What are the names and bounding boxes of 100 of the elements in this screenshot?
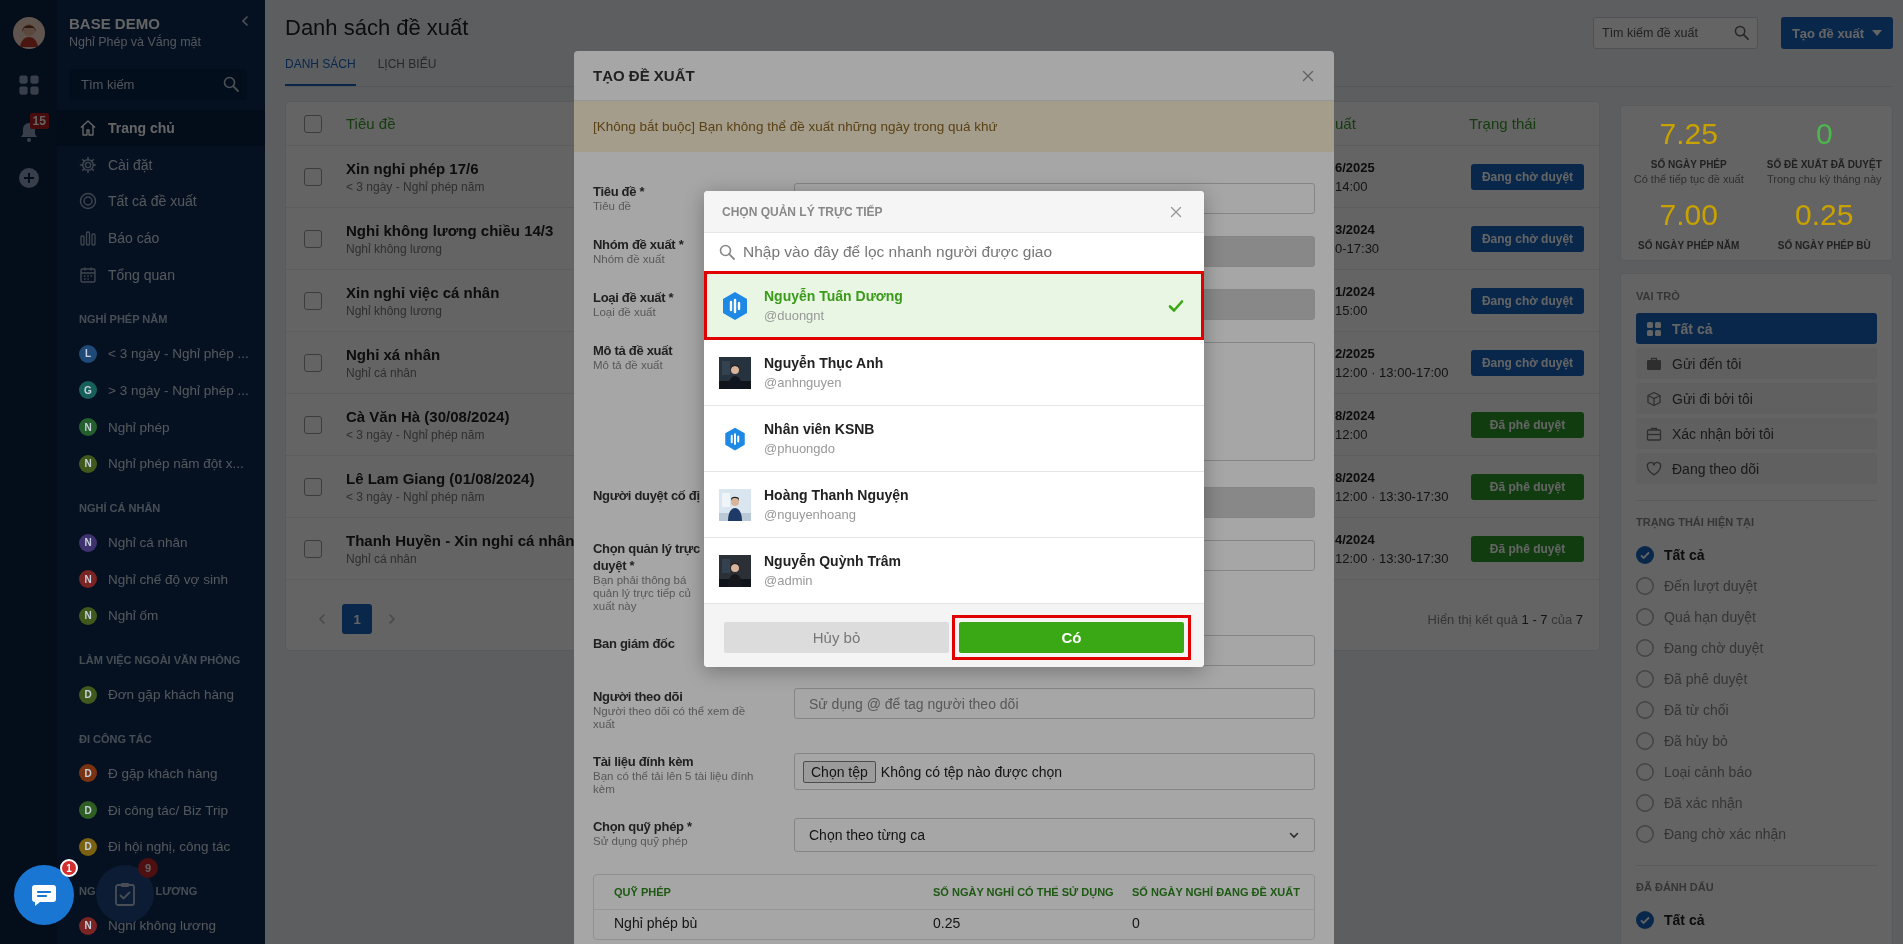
nav-item[interactable]: N Nghỉ ốm [57,597,265,635]
search-icon [223,75,239,92]
status-badge: Đã phê duyệt [1471,473,1584,500]
check-icon [1168,297,1184,314]
target-icon [79,192,97,211]
request-title[interactable]: Thanh Huyền - Xin nghỉ cá nhân [346,531,575,549]
checkbox[interactable] [304,291,322,310]
status-badge: Đang chờ duyệt [1471,225,1584,252]
field-label: Chọn quỹ phép * [593,818,692,835]
request-title[interactable]: Nghỉ xá nhân [346,345,441,363]
person-item[interactable]: Nguyễn Tuấn Dương @duongnt [704,271,1204,340]
confirm-button[interactable]: Có [959,622,1184,653]
checkbox[interactable] [304,229,322,248]
person-item[interactable]: Nguyễn Thục Anh @anhnguyen [704,340,1204,406]
field-hint: Bạn có thể tải lên 5 tài liệu đính kèm [593,770,754,796]
role-item[interactable]: Gửi đến tôi [1636,348,1877,379]
filter-option[interactable]: Tất cả [1636,904,1877,935]
request-title[interactable]: Xin nghỉ phép 17/6 [346,159,479,177]
text-field[interactable]: Sử dụng @ để tag người theo dõi [794,688,1315,719]
table-cell-text: 0.25 [933,915,962,931]
tab[interactable]: LỊCH BIỂU [377,50,437,86]
nav-item[interactable]: L < 3 ngày - Nghỉ phép ... [57,335,265,372]
letter-badge: N [79,606,97,625]
letter-badge: N [79,418,97,437]
chat-icon [31,884,57,906]
nav-item[interactable]: N Nghỉ cá nhân [57,524,265,561]
search-field[interactable]: Nhập vào đây để lọc nhanh người được giao [743,237,1204,267]
nav-item[interactable]: D Đ gặp khách hàng [57,755,265,792]
column-header: SỐ NGÀY NGHỈ ĐANG ĐỀ XUẤT [1132,886,1301,898]
nav-item[interactable]: N Nghỉ phép [57,408,265,446]
nav-item[interactable]: Báo cáo [57,219,265,257]
request-title[interactable]: Lê Lam Giang (01/08/2024) [346,469,535,487]
nav-item[interactable]: G > 3 ngày - Nghỉ phép ... [57,372,265,409]
select-field[interactable]: Chọn theo từng ca [794,818,1315,852]
tab[interactable]: DANH SÁCH [285,50,356,86]
person-name: Nhân viên KSNB [764,421,876,437]
chevron-right-icon [386,613,398,625]
field-label: Mô tả đề xuất [593,342,673,359]
chevron-left-icon [316,613,328,625]
status-badge: Đã phê duyệt [1471,411,1584,438]
nav-item[interactable]: N Nghỉ chế độ vợ sinh [57,560,265,598]
person-item[interactable]: Nhân viên KSNB @phuongdo [704,406,1204,472]
request-title[interactable]: Nghỉ không lương chiều 14/3 [346,221,554,239]
page-title: Danh sách đề xuất [285,14,469,42]
checkbox[interactable] [304,353,322,372]
filter-option[interactable]: Tất cả [1636,539,1877,570]
column-header: SỐ NGÀY NGHỈ CÓ THỂ SỬ DỤNG [933,886,1115,898]
person-item[interactable]: Hoàng Thanh Nguyện @nguyenhoang [704,472,1204,538]
nav-item[interactable]: Tất cả đề xuất [57,183,265,220]
request-title[interactable]: Xin nghỉ việc cá nhân [346,283,500,301]
role-item[interactable]: Xác nhận bởi tôi [1636,418,1877,449]
grid-icon[interactable] [17,74,40,96]
letter-badge: L [79,344,97,363]
request-title[interactable]: Cà Văn Hà (30/08/2024) [346,407,510,425]
nav-item[interactable]: Tổng quan [57,256,265,294]
stat-value: 0 [1815,118,1833,150]
column-header: Tiêu đề [346,115,396,132]
nav-item[interactable]: Trang chủ [57,109,265,147]
field-hint: Mô tả đề xuất [593,359,663,372]
role-item[interactable]: Đang theo dõi [1636,453,1877,484]
field-hint: Người theo dõi có thể xem đề xuất [593,705,746,731]
dialog-title: CHỌN QUẢN LÝ TRỰC TIẾP [722,204,883,219]
time-text: 12:00 [1335,426,1369,442]
checkbox[interactable] [304,114,322,133]
modal-title: TẠO ĐỀ XUẤT [593,67,695,84]
page-button[interactable]: 1 [342,604,372,634]
checkbox[interactable] [304,477,322,496]
checkbox[interactable] [304,539,322,558]
notice-text: [Không bắt buộc] Bạn không thể đề xuất những ngày trong quá khứ [574,101,1334,152]
letter-badge: D [79,764,97,783]
nav-item[interactable]: N Nghỉ phép năm đột x... [57,445,265,483]
nav-item[interactable]: D Đi công tác/ Biz Trip [57,791,265,829]
letter-badge: D [79,837,97,856]
section-title: LƯƠNG [155,884,198,900]
status-badge: Đang chờ duyệt [1471,349,1584,376]
role-item[interactable]: Tất cả [1636,313,1877,344]
role-item[interactable]: Gửi đi bởi tôi [1636,383,1877,414]
date-text: 8/2024 [1335,469,1376,485]
field-label: Người theo dõi [593,688,683,705]
person-name: Nguyễn Thục Anh [764,355,885,371]
table-cell-text: Nghỉ phép bù [614,915,699,931]
search-field[interactable]: Tìm kiếm đề xuất [1593,17,1758,49]
calendar-icon [79,265,97,284]
file-field[interactable]: Chọn tệp Không có tệp nào được chọn [794,753,1315,790]
person-name: Nguyễn Quỳnh Trâm [764,553,902,569]
nav-item[interactable]: Cài đặt [57,146,265,184]
nav-item[interactable]: D Đơn gặp khách hàng [57,676,265,713]
file-status: Không có tệp nào được chọn [880,763,1063,780]
avatar-icon[interactable] [12,17,45,49]
time-text: 12:00 · 13:30-17:30 [1335,550,1450,566]
create-button[interactable]: Tạo đề xuất [1781,17,1893,49]
time-text: 14:00 [1335,178,1369,194]
checkbox[interactable] [304,415,322,434]
username: @nguyenhoang [764,507,857,522]
cancel-button[interactable]: Hủy bỏ [724,622,949,653]
search-field[interactable]: Tìm kiếm [69,68,247,100]
clipboard-check-icon [114,882,136,906]
field-hint: Nhóm đề xuất [593,253,665,266]
checkbox[interactable] [304,167,322,186]
choose-file-button[interactable]: Chọn tệp [803,760,876,783]
